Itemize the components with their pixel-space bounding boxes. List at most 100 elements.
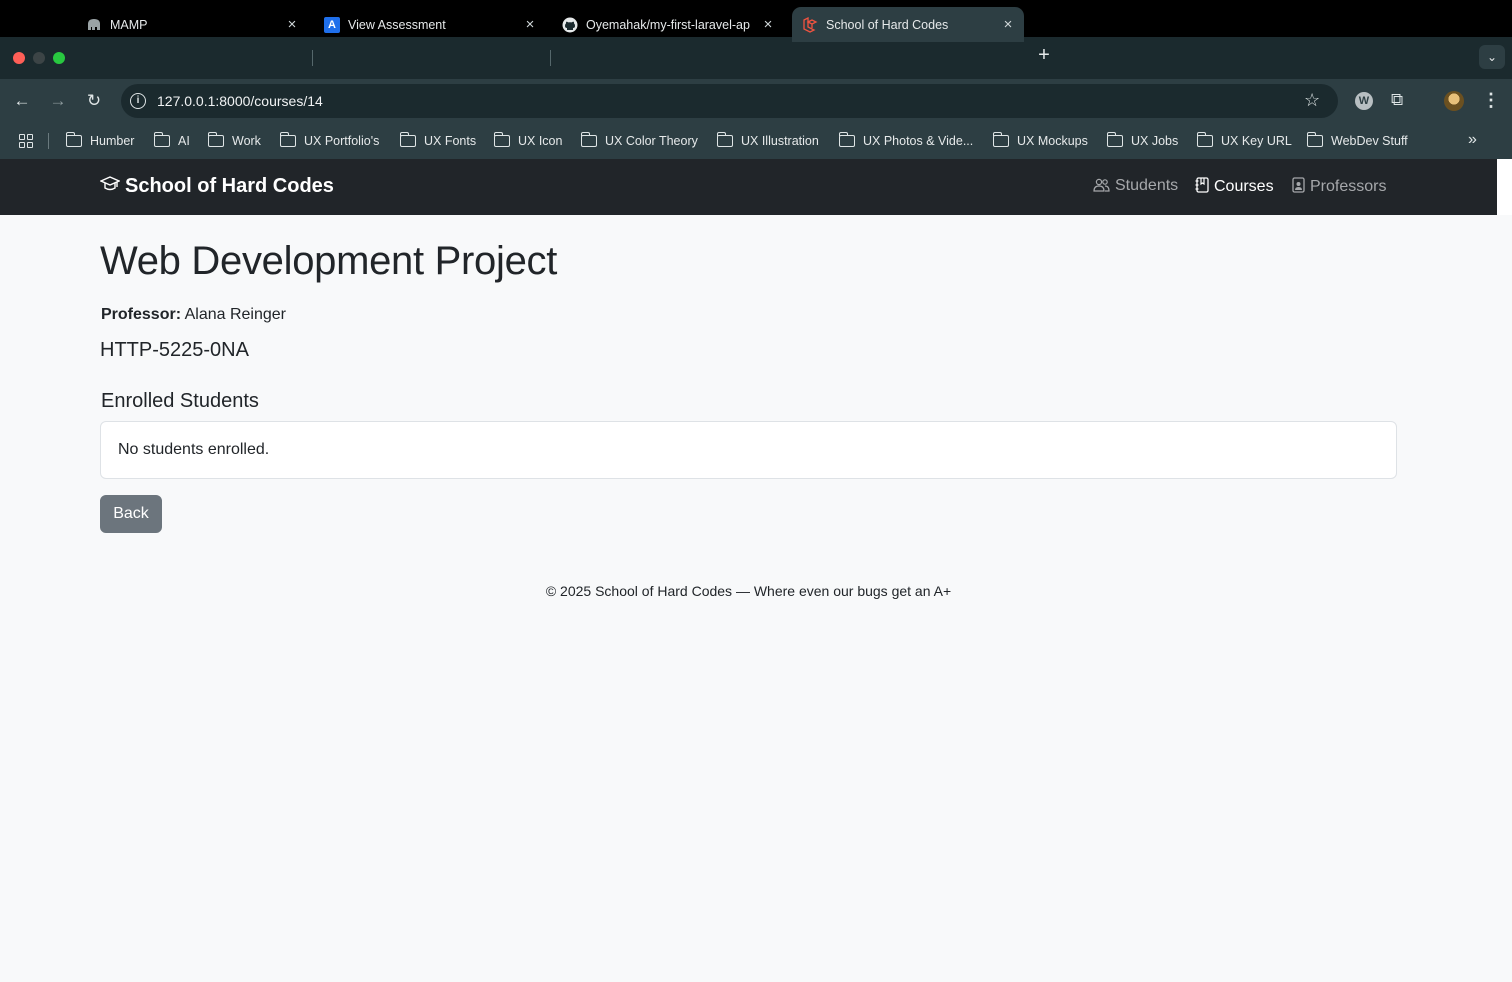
bookmark-label: AI	[178, 134, 190, 148]
bookmark-folder[interactable]: Humber	[65, 132, 135, 149]
nav-label: Professors	[1310, 177, 1387, 195]
bookmark-folder[interactable]: UX Photos & Vide...	[838, 132, 974, 149]
bookmark-folder[interactable]: AI	[153, 132, 190, 149]
bookmark-label: UX Fonts	[424, 134, 477, 148]
url-text[interactable]: 127.0.0.1:8000/courses/14	[157, 93, 323, 109]
nav-label: Students	[1115, 177, 1179, 194]
bookmark-separator	[48, 133, 49, 149]
bookmark-label: UX Portfolio's	[304, 134, 380, 148]
folder-icon	[207, 132, 224, 147]
browser-menu-icon[interactable]: ⋮	[1482, 90, 1500, 111]
bookmark-folder[interactable]: UX Key URL	[1196, 132, 1292, 149]
bookmarks-bar: Humber AI Work UX Portfolio's UX Fonts U…	[0, 123, 1512, 159]
enrolled-students-heading: Enrolled Students	[101, 390, 259, 412]
folder-icon	[399, 132, 416, 147]
professor-name: Alana Reinger	[184, 306, 286, 323]
apps-grid-icon[interactable]	[19, 134, 33, 148]
bookmark-label: UX Illustration	[741, 134, 819, 148]
bookmark-label: UX Mockups	[1017, 134, 1088, 148]
nav-professors[interactable]: Professors	[1292, 177, 1386, 196]
tab-github[interactable]: Oyemahak/my-first-laravel-ap ×	[552, 7, 784, 42]
close-window-button[interactable]	[13, 52, 25, 64]
tab-view-assessment[interactable]: A View Assessment ×	[314, 7, 546, 42]
folder-icon	[838, 132, 855, 147]
bookmark-folder[interactable]: Work	[207, 132, 261, 149]
reload-icon[interactable]: ↻	[84, 91, 104, 111]
tab-separator	[550, 50, 551, 66]
close-tab-icon[interactable]: ×	[520, 16, 540, 33]
site-info-icon[interactable]: i	[130, 93, 146, 109]
laravel-icon	[802, 16, 818, 33]
bookmark-label: UX Icon	[518, 134, 563, 148]
nav-label: Courses	[1214, 177, 1274, 195]
browser-toolbar: ← → ↻ i 127.0.0.1:8000/courses/14 ☆	[0, 79, 1512, 123]
folder-icon	[1196, 132, 1213, 147]
site-navbar: School of Hard Codes Students Courses Pr…	[0, 159, 1497, 215]
folder-icon	[580, 132, 597, 147]
tab-title: View Assessment	[348, 17, 446, 32]
extensions-puzzle-icon[interactable]: ⧉	[1391, 90, 1403, 110]
folder-icon	[992, 132, 1009, 147]
id-badge-icon	[1292, 177, 1305, 196]
mortarboard-icon	[99, 175, 121, 198]
tab-mamp[interactable]: MAMP ×	[76, 7, 308, 42]
profile-avatar[interactable]	[1444, 91, 1464, 111]
github-icon	[562, 17, 578, 33]
page-title: Web Development Project	[100, 239, 558, 283]
bookmark-label: UX Photos & Vide...	[863, 134, 974, 148]
more-bookmarks-icon[interactable]: »	[1468, 131, 1477, 149]
tab-search-button[interactable]: ⌄	[1479, 45, 1505, 69]
elephant-icon	[86, 17, 102, 33]
tab-strip	[0, 37, 1512, 79]
address-bar[interactable]: i 127.0.0.1:8000/courses/14 ☆	[121, 84, 1338, 118]
bookmark-folder[interactable]: UX Fonts	[399, 132, 477, 149]
site-brand[interactable]: School of Hard Codes	[99, 175, 334, 198]
close-tab-icon[interactable]: ×	[998, 16, 1018, 33]
tab-title: School of Hard Codes	[826, 17, 949, 32]
bookmark-folder[interactable]: UX Illustration	[716, 132, 819, 149]
bookmark-folder[interactable]: UX Color Theory	[580, 132, 698, 149]
close-tab-icon[interactable]: ×	[282, 16, 302, 33]
bookmark-star-icon[interactable]: ☆	[1304, 90, 1320, 111]
bookmark-folder[interactable]: WebDev Stuff	[1306, 132, 1408, 149]
folder-icon	[493, 132, 510, 147]
bookmark-label: UX Color Theory	[605, 134, 698, 148]
bookmark-folder[interactable]: UX Icon	[493, 132, 563, 149]
folder-icon	[153, 132, 170, 147]
minimize-window-button[interactable]	[33, 52, 45, 64]
bookmark-label: Humber	[90, 134, 135, 148]
folder-icon	[716, 132, 733, 147]
tab-school-of-hard-codes[interactable]: School of Hard Codes ×	[792, 7, 1024, 42]
close-tab-icon[interactable]: ×	[758, 16, 778, 33]
bookmark-folder[interactable]: UX Jobs	[1106, 132, 1179, 149]
back-button[interactable]: Back	[100, 495, 162, 533]
people-icon	[1093, 178, 1110, 195]
extension-w-icon[interactable]: W	[1355, 92, 1373, 110]
tab-title: Oyemahak/my-first-laravel-ap	[586, 17, 750, 32]
bookmark-label: Work	[232, 134, 261, 148]
nav-courses[interactable]: Courses	[1195, 177, 1274, 196]
assessment-icon: A	[324, 16, 340, 33]
back-arrow-icon[interactable]: ←	[12, 91, 32, 111]
nav-students[interactable]: Students	[1093, 177, 1178, 195]
bookmark-folder[interactable]: UX Mockups	[992, 132, 1088, 149]
new-tab-button[interactable]: +	[1035, 45, 1053, 65]
folder-icon	[1106, 132, 1123, 147]
bookmark-label: UX Key URL	[1221, 134, 1292, 148]
forward-arrow-icon[interactable]: →	[48, 91, 68, 111]
bookmark-label: WebDev Stuff	[1331, 134, 1408, 148]
brand-name: School of Hard Codes	[125, 175, 334, 197]
maximize-window-button[interactable]	[53, 52, 65, 64]
bookmark-label: UX Jobs	[1131, 134, 1179, 148]
footer-text: © 2025 School of Hard Codes — Where even…	[545, 583, 952, 599]
tab-title: MAMP	[110, 17, 148, 32]
professor-label: Professor:	[101, 306, 182, 323]
folder-icon	[279, 132, 296, 147]
tab-separator	[312, 50, 313, 66]
course-code: HTTP-5225-0NA	[100, 339, 249, 361]
enrolled-students-list: No students enrolled.	[100, 421, 1397, 479]
folder-icon	[1306, 132, 1323, 147]
scrollbar-track[interactable]	[1497, 159, 1512, 215]
bookmark-folder[interactable]: UX Portfolio's	[279, 132, 380, 149]
journal-icon	[1195, 177, 1209, 196]
